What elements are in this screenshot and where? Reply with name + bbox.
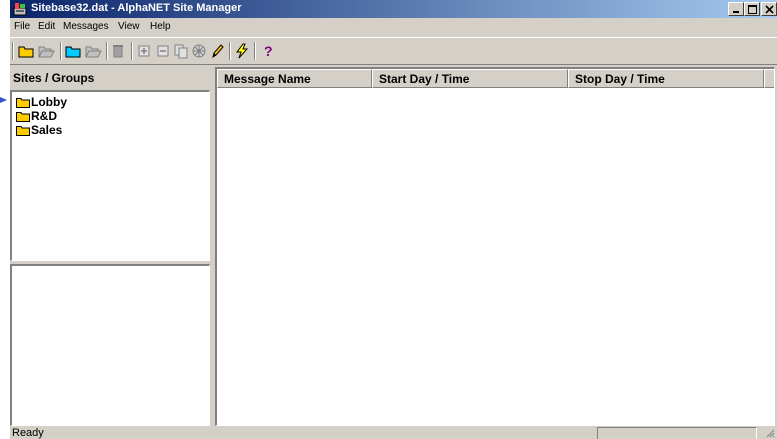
tree-item-label: Lobby — [31, 95, 67, 109]
help-button[interactable]: ? — [260, 43, 277, 59]
status-text: Ready — [12, 427, 44, 439]
open-site-button[interactable] — [85, 43, 102, 59]
open-folder-icon — [38, 46, 55, 58]
menu-edit[interactable]: Edit — [38, 21, 55, 32]
pencil-icon — [212, 44, 224, 59]
column-header-stop[interactable]: Stop Day / Time — [568, 69, 764, 88]
new-folder-button[interactable] — [18, 43, 35, 59]
main-window: Sitebase32.dat - AlphaNET Site Manager F… — [10, 0, 777, 439]
network-icon — [192, 44, 206, 58]
open-folder-button[interactable] — [38, 43, 55, 59]
sites-groups-header: Sites / Groups — [10, 67, 209, 89]
svg-text:?: ? — [264, 43, 273, 59]
minimize-icon — [733, 11, 739, 13]
tree-item-label: R&D — [31, 109, 57, 123]
column-header-start[interactable]: Start Day / Time — [372, 69, 568, 88]
new-site-button[interactable] — [65, 43, 82, 59]
new-folder-icon — [18, 46, 34, 58]
column-header-message-name[interactable]: Message Name — [217, 69, 372, 88]
minimize-button[interactable] — [728, 2, 744, 16]
send-button[interactable] — [234, 43, 251, 59]
status-panel — [597, 427, 757, 439]
close-button[interactable] — [761, 2, 777, 16]
open-site-icon — [85, 46, 102, 58]
folder-icon — [16, 126, 30, 136]
menu-help[interactable]: Help — [150, 21, 171, 32]
pointer-arrow-icon — [0, 97, 7, 103]
resize-grip-icon[interactable] — [765, 428, 775, 438]
close-icon — [765, 5, 774, 14]
delete-icon — [113, 45, 123, 58]
menu-messages[interactable]: Messages — [63, 21, 109, 32]
toolbar-grip — [12, 42, 14, 60]
messages-list[interactable]: Message Name Start Day / Time Stop Day /… — [215, 67, 775, 426]
copy-icon — [174, 44, 188, 59]
remove-button[interactable] — [155, 43, 172, 59]
copy-button[interactable] — [173, 43, 190, 59]
maximize-icon — [748, 5, 757, 14]
tree-item-label: Sales — [31, 123, 63, 137]
add-button[interactable] — [136, 43, 153, 59]
column-header-filler — [764, 69, 774, 88]
lightning-icon — [236, 43, 249, 59]
network-button[interactable] — [191, 43, 208, 59]
add-icon — [138, 45, 150, 57]
menu-view[interactable]: View — [118, 21, 140, 32]
remove-icon — [157, 45, 169, 57]
title-bar[interactable]: Sitebase32.dat - AlphaNET Site Manager — [10, 0, 777, 18]
folder-icon — [16, 98, 30, 108]
status-bar: Ready — [10, 426, 777, 439]
window-title: Sitebase32.dat - AlphaNET Site Manager — [31, 2, 242, 14]
maximize-button[interactable] — [744, 2, 760, 16]
new-site-icon — [65, 46, 81, 58]
edit-button[interactable] — [209, 43, 226, 59]
site-details-pane[interactable] — [10, 264, 210, 426]
sites-tree[interactable]: Lobby R&D Sales — [10, 90, 210, 261]
menu-file[interactable]: File — [14, 21, 30, 32]
sites-groups-label: Sites / Groups — [13, 71, 95, 85]
app-icon — [13, 3, 27, 16]
folder-icon — [16, 112, 30, 122]
delete-button[interactable] — [110, 43, 127, 59]
menu-bar: File Edit Messages View Help — [10, 18, 777, 37]
toolbar: ? — [10, 37, 777, 65]
help-icon: ? — [264, 43, 273, 59]
